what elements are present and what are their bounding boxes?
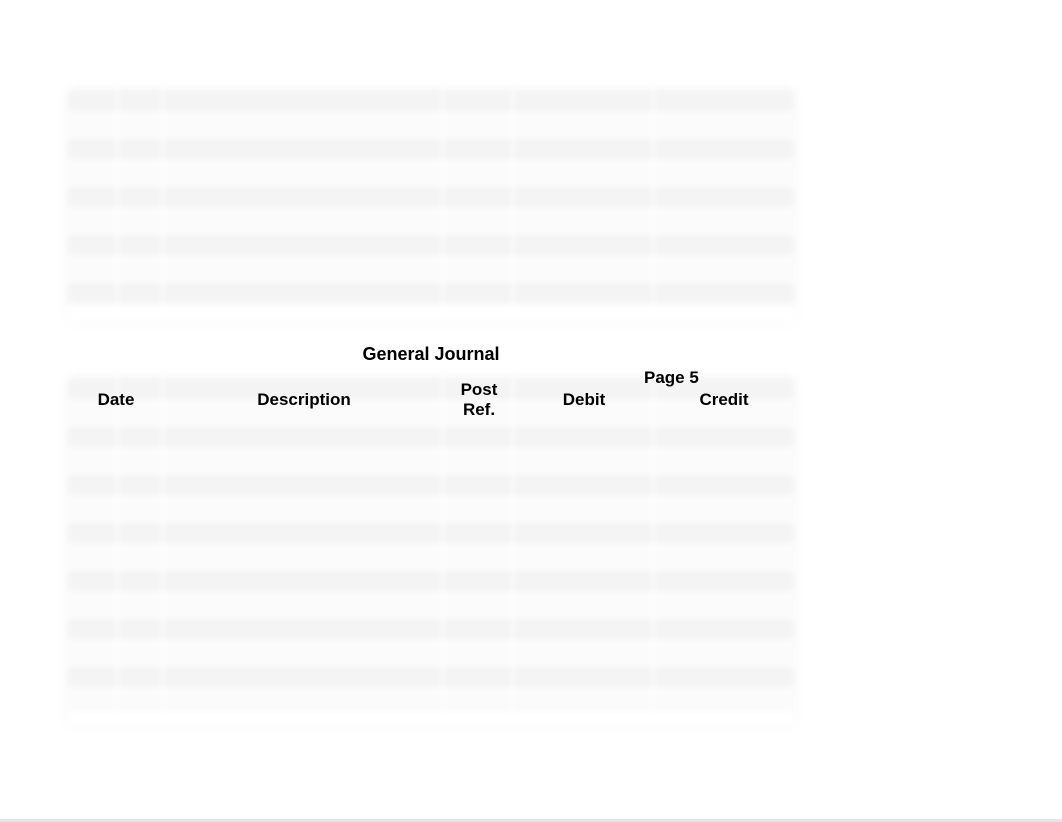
table-row xyxy=(68,114,794,138)
table-row xyxy=(68,234,794,258)
ledger-bottom-rows xyxy=(68,378,794,714)
ledger-bottom-block xyxy=(68,378,794,726)
ledger-top-block xyxy=(68,90,794,322)
table-row xyxy=(68,666,794,690)
journal-title: General Journal xyxy=(68,344,794,365)
table-row xyxy=(68,642,794,666)
table-row xyxy=(68,546,794,570)
table-row xyxy=(68,282,794,306)
table-row xyxy=(68,570,794,594)
table-row xyxy=(68,690,794,714)
table-row xyxy=(68,90,794,114)
table-row xyxy=(68,138,794,162)
ledger-top-rows xyxy=(68,90,794,322)
journal-page-label: Page 5 xyxy=(644,368,699,388)
table-row xyxy=(68,450,794,474)
table-row xyxy=(68,618,794,642)
table-row xyxy=(68,162,794,186)
table-row xyxy=(68,186,794,210)
table-row xyxy=(68,210,794,234)
table-row xyxy=(68,402,794,426)
table-row xyxy=(68,258,794,282)
table-row xyxy=(68,498,794,522)
table-row xyxy=(68,426,794,450)
table-row xyxy=(68,522,794,546)
table-row xyxy=(68,474,794,498)
table-row xyxy=(68,594,794,618)
